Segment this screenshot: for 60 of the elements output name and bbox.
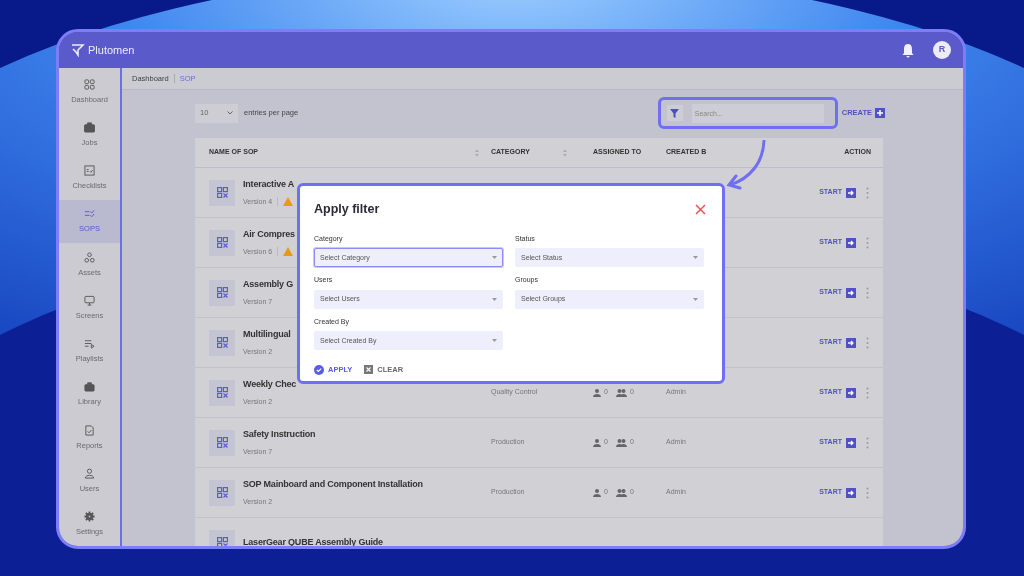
sort-icon[interactable] bbox=[563, 148, 567, 157]
close-icon[interactable] bbox=[695, 203, 706, 215]
pointer-arrow bbox=[726, 140, 768, 190]
logo-icon bbox=[71, 43, 85, 57]
monitor-icon bbox=[84, 294, 95, 306]
user-icon bbox=[84, 467, 95, 479]
dropdown-icon bbox=[492, 339, 497, 343]
chevron-icon bbox=[227, 111, 233, 115]
dialog-title: Apply filter bbox=[314, 201, 380, 218]
qr-code-icon bbox=[216, 187, 228, 198]
gear-icon bbox=[84, 511, 95, 523]
qr-code-icon bbox=[216, 537, 228, 546]
user-icon bbox=[593, 388, 601, 397]
qr-code-icon bbox=[216, 337, 228, 348]
logo-text: Plutomen bbox=[88, 42, 135, 58]
qr-code-icon bbox=[216, 287, 228, 298]
dropdown-icon bbox=[492, 256, 497, 260]
user-avatar[interactable]: R bbox=[933, 41, 951, 59]
user-icon bbox=[593, 488, 601, 497]
arrow-icon bbox=[846, 187, 856, 198]
sop-name[interactable]: Air Compres bbox=[243, 228, 295, 242]
grid-icon bbox=[84, 78, 95, 90]
arrow-icon bbox=[846, 487, 856, 498]
filter-icon bbox=[670, 108, 680, 118]
arrow-icon bbox=[846, 437, 856, 448]
list-check-icon bbox=[84, 208, 95, 220]
briefcase-icon bbox=[84, 121, 95, 133]
qr-code-icon bbox=[216, 487, 228, 498]
sop-name[interactable]: Multilingual bbox=[243, 328, 291, 342]
sop-name[interactable]: Assembly G bbox=[243, 278, 294, 292]
playlist-icon bbox=[84, 338, 95, 350]
qr-code-icon bbox=[216, 387, 228, 398]
user-icon bbox=[593, 438, 601, 447]
group-icon bbox=[615, 388, 627, 397]
sop-name[interactable]: Interactive A bbox=[243, 178, 295, 192]
x-icon bbox=[364, 365, 374, 375]
arrow-icon bbox=[846, 387, 856, 398]
check-icon bbox=[314, 364, 324, 375]
qr-code-icon bbox=[216, 237, 228, 248]
dropdown-icon bbox=[492, 297, 497, 301]
sop-name[interactable]: LaserGear QUBE Assembly Guide bbox=[243, 535, 383, 546]
filter-button[interactable] bbox=[666, 105, 683, 121]
arrow-icon bbox=[846, 237, 856, 248]
group-icon bbox=[615, 488, 627, 497]
dropdown-icon bbox=[693, 256, 698, 260]
sort-icon[interactable] bbox=[475, 148, 479, 157]
bell-icon[interactable] bbox=[901, 42, 915, 58]
report-icon bbox=[84, 424, 95, 436]
nodes-icon bbox=[84, 251, 95, 263]
sop-name[interactable]: Weekly Chec bbox=[243, 378, 297, 392]
group-icon bbox=[615, 438, 627, 447]
qr-code-icon bbox=[216, 437, 228, 448]
checklist-icon bbox=[84, 165, 95, 177]
sop-name[interactable]: Safety Instruction bbox=[243, 428, 316, 442]
arrow-icon bbox=[846, 337, 856, 348]
toolbox-icon bbox=[84, 381, 95, 393]
arrow-icon bbox=[846, 287, 856, 298]
plus-icon bbox=[875, 108, 885, 118]
dropdown-icon bbox=[693, 297, 698, 301]
sop-name[interactable]: SOP Mainboard and Component Installation bbox=[243, 478, 423, 492]
